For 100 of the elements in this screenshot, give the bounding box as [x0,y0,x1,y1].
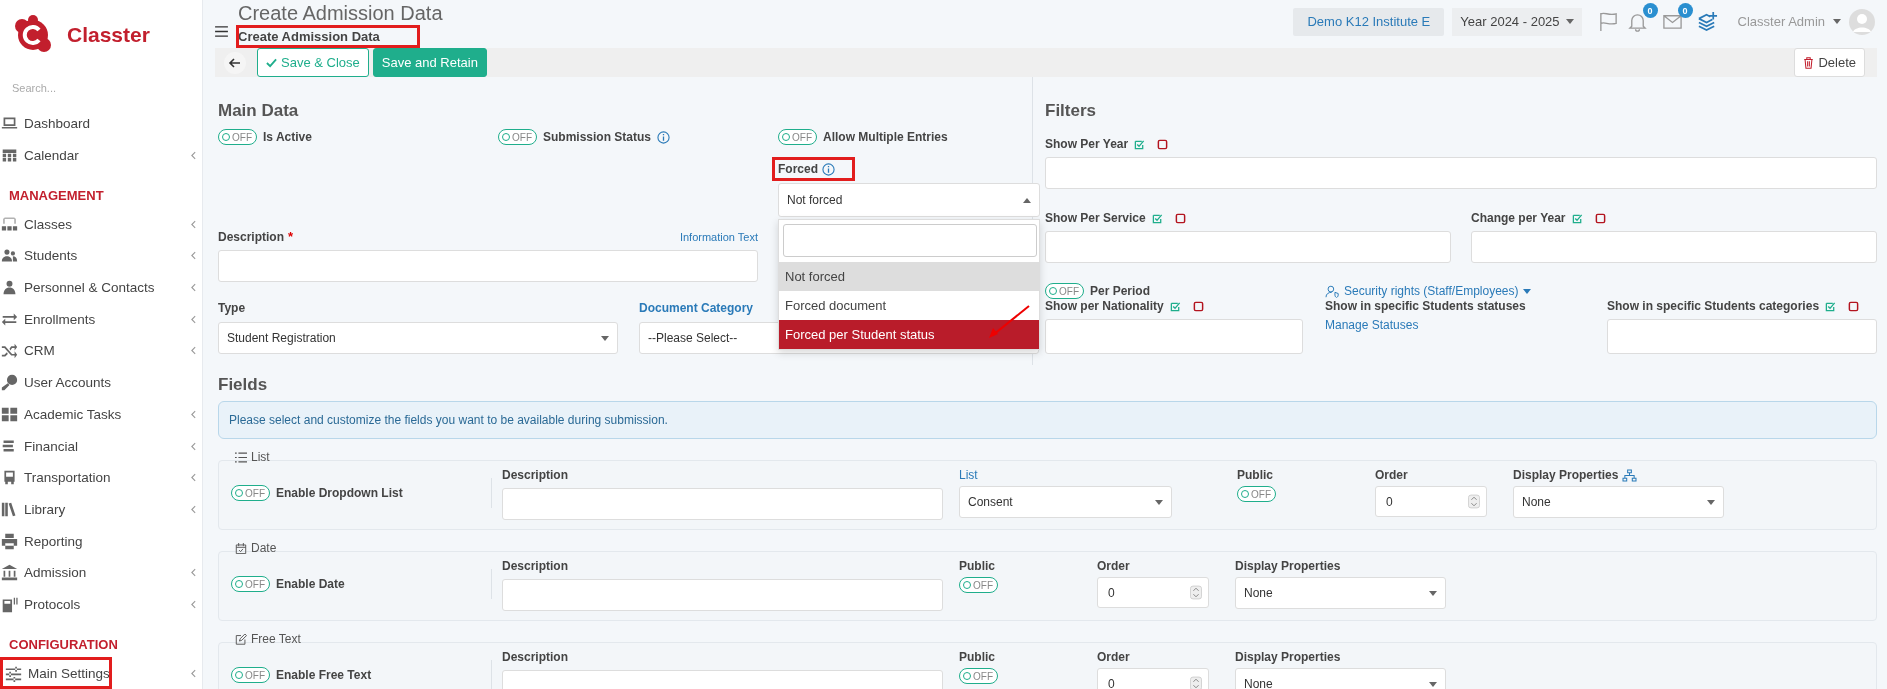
forced-select[interactable]: Not forced [778,183,1040,217]
toggle-switch[interactable]: OFF [231,667,270,683]
toggle-switch[interactable]: OFF [231,576,270,592]
filter-field[interactable] [1045,319,1303,354]
sidebar-item[interactable]: CRM [0,335,202,367]
sidebar-item[interactable]: Transportation [0,461,202,494]
filter-label: Show per Nationality [1045,299,1164,313]
filter-field[interactable] [1607,319,1877,354]
group-title: Date [251,541,277,555]
square-icon[interactable] [1192,300,1204,312]
required-mark: * [288,229,294,244]
toggle-label: Enable Dropdown List [276,486,403,500]
calendar-check-icon [235,542,247,554]
sidebar-item[interactable]: Main Settings [0,657,112,689]
select-field[interactable]: None [1235,668,1446,689]
field-label: Description [218,229,284,244]
sidebar-item[interactable]: Financial [0,430,202,462]
filter-label: Show Per Year [1045,137,1129,151]
number-field[interactable]: 0 [1097,668,1209,689]
person-icon [1,279,18,297]
check-square-icon[interactable] [1134,138,1146,150]
sidebar-item[interactable]: Enrollments [0,303,202,336]
select-field[interactable]: None [1235,577,1446,609]
square-icon[interactable] [1157,138,1169,150]
description-field[interactable] [502,579,943,611]
field-label: Display Properties [1513,468,1619,482]
dropdown-option[interactable]: Forced document [779,291,1039,320]
square-icon[interactable] [1848,300,1860,312]
check-square-icon[interactable] [1169,300,1181,312]
manage-statuses-link[interactable]: Manage Statuses [1325,318,1419,332]
filter-field[interactable] [1471,231,1877,263]
toggle-label: Submission Status [543,130,652,144]
field-label: Description [502,468,569,482]
search-field[interactable]: Search... [12,80,182,96]
toggle-switch[interactable]: OFF [778,129,817,145]
security-rights-link[interactable]: Security rights (Staff/Employees) [1344,284,1519,298]
select-field[interactable]: None [1513,486,1724,518]
number-field[interactable]: 0 [1375,486,1487,517]
sidebar-item[interactable]: Protocols [0,588,202,621]
description-field[interactable] [502,488,943,520]
spinner-icon[interactable] [1190,585,1202,600]
classroom-icon [1,215,18,233]
sidebar-item[interactable]: Dashboard [0,108,202,140]
caret-icon [1833,19,1841,24]
toggle-switch[interactable]: OFF [1237,486,1276,502]
spinner-icon[interactable] [1190,676,1202,689]
delete-button[interactable]: Delete [1794,48,1865,77]
sidebar-item[interactable]: Calendar [0,139,202,172]
toggle-switch[interactable]: OFF [959,577,998,593]
info-icon[interactable] [822,162,835,176]
field-label: Public [959,650,996,664]
square-icon[interactable] [1174,212,1186,224]
caret-icon[interactable] [1522,288,1531,294]
filter-field[interactable] [1045,231,1451,263]
year-selector[interactable]: Year 2024 - 2025 [1452,7,1582,36]
notification-badge: 0 [1642,3,1658,18]
sliders-icon [5,664,22,682]
bell-icon[interactable] [1626,11,1648,32]
sitemap-icon[interactable] [1622,468,1638,482]
number-field[interactable]: 0 [1097,577,1209,608]
sidebar-item[interactable]: Personnel & Contacts [0,271,202,304]
field-label: Document Category [639,301,754,315]
sidebar-item[interactable]: Library [0,493,202,526]
information-text-link[interactable]: Information Text [679,230,758,243]
dropdown-search-field[interactable] [783,224,1037,257]
toggle-switch[interactable]: OFF [1045,283,1084,299]
field-label: Display Properties [1235,650,1341,664]
sidebar-item[interactable]: Reporting [0,525,202,557]
toggle-switch[interactable]: OFF [218,129,257,145]
user-shield-icon[interactable] [1325,284,1340,298]
list-icon [235,451,247,463]
select-field[interactable]: Consent [959,486,1172,518]
toggle-switch[interactable]: OFF [959,668,998,684]
toggle-switch[interactable]: OFF [231,485,270,501]
caret-icon [1023,197,1031,203]
toggle-switch[interactable]: OFF [498,129,537,145]
layers-plus-icon[interactable] [1696,11,1718,32]
avatar-icon[interactable] [1849,8,1875,35]
sidebar-item[interactable]: Admission [0,556,202,589]
select-field[interactable]: Student Registration [218,322,618,354]
field-label: Display Properties [1235,559,1341,573]
sidebar-item[interactable]: Classes [0,208,202,241]
toggle-label: Enable Free Text [276,668,372,682]
dropdown-option[interactable]: Not forced [779,262,1039,291]
check-square-icon[interactable] [1825,300,1837,312]
institute-button[interactable]: Demo K12 Institute E [1293,7,1445,36]
info-icon[interactable] [657,130,671,144]
check-square-icon[interactable] [1571,212,1583,224]
description-field[interactable] [218,250,758,282]
flag-icon[interactable] [1597,11,1619,32]
sidebar-item[interactable]: Academic Tasks [0,398,202,431]
sidebar-item[interactable]: Students [0,240,202,272]
dropdown-option[interactable]: Forced per Student status [779,320,1039,349]
square-icon[interactable] [1594,212,1606,224]
spinner-icon[interactable] [1468,494,1480,509]
sidebar-item[interactable]: User Accounts [0,366,202,399]
check-square-icon[interactable] [1151,212,1163,224]
menu-icon[interactable] [215,25,228,37]
bank-icon [1,564,18,582]
filter-field[interactable] [1045,157,1877,189]
